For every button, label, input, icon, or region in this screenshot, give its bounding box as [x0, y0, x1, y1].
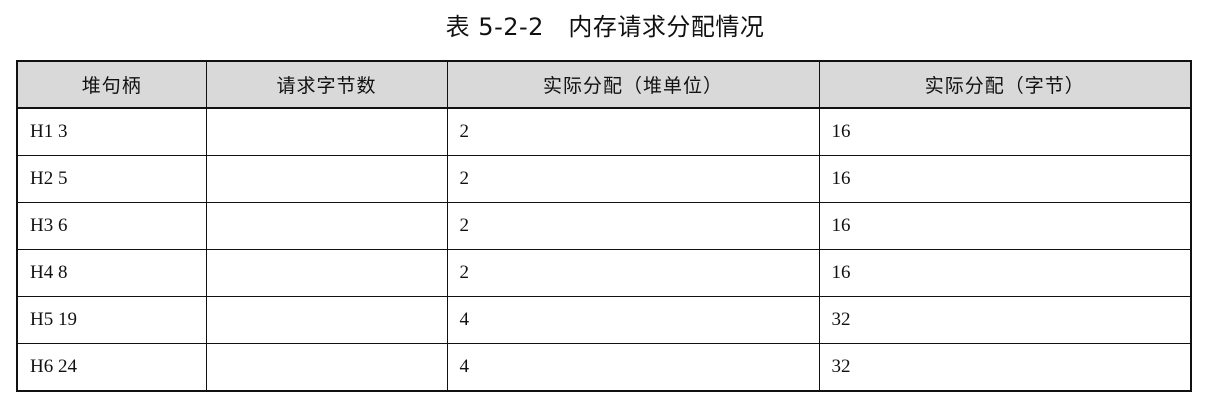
cell-heap-handle: H3 6	[16, 202, 207, 250]
cell-requested-bytes	[205, 343, 448, 392]
header-allocated-bytes: 实际分配（字节）	[818, 60, 1192, 109]
cell-heap-handle: H4 8	[16, 249, 207, 297]
cell-allocated-heap-units: 4	[446, 343, 820, 392]
cell-heap-handle: H2 5	[16, 155, 207, 203]
cell-heap-handle: H5 19	[16, 296, 207, 344]
cell-allocated-heap-units: 2	[446, 107, 820, 156]
cell-allocated-bytes: 16	[818, 155, 1192, 203]
table-body: H1 3 2 16 H2 5 2 16 H3 6 2 16 H4 8 2 16 …	[16, 107, 1192, 392]
table-caption: 表 5-2-2 内存请求分配情况	[445, 13, 765, 41]
table-row: H5 19 4 32	[16, 296, 1192, 344]
header-heap-handle: 堆句柄	[16, 60, 207, 109]
header-allocated-heap-units: 实际分配（堆单位）	[446, 60, 820, 109]
table-row: H6 24 4 32	[16, 343, 1192, 392]
table-header: 堆句柄 请求字节数 实际分配（堆单位） 实际分配（字节）	[16, 60, 1192, 109]
cell-allocated-bytes: 16	[818, 249, 1192, 297]
table-row: H2 5 2 16	[16, 155, 1192, 203]
table-row: H4 8 2 16	[16, 249, 1192, 297]
cell-allocated-heap-units: 4	[446, 296, 820, 344]
header-requested-bytes: 请求字节数	[205, 60, 448, 109]
cell-allocated-bytes: 32	[818, 343, 1192, 392]
cell-allocated-heap-units: 2	[446, 249, 820, 297]
cell-heap-handle: H6 24	[16, 343, 207, 392]
table-row: H1 3 2 16	[16, 107, 1192, 156]
cell-allocated-heap-units: 2	[446, 155, 820, 203]
cell-requested-bytes	[205, 249, 448, 297]
cell-requested-bytes	[205, 296, 448, 344]
cell-allocated-bytes: 16	[818, 202, 1192, 250]
table-row: H3 6 2 16	[16, 202, 1192, 250]
cell-allocated-heap-units: 2	[446, 202, 820, 250]
cell-heap-handle: H1 3	[16, 107, 207, 156]
cell-allocated-bytes: 32	[818, 296, 1192, 344]
cell-requested-bytes	[205, 155, 448, 203]
cell-requested-bytes	[205, 202, 448, 250]
cell-requested-bytes	[205, 107, 448, 156]
memory-allocation-table: 堆句柄 请求字节数 实际分配（堆单位） 实际分配（字节） H1 3 2 16 H…	[16, 60, 1192, 392]
cell-allocated-bytes: 16	[818, 107, 1192, 156]
header-row: 堆句柄 请求字节数 实际分配（堆单位） 实际分配（字节）	[16, 60, 1192, 109]
